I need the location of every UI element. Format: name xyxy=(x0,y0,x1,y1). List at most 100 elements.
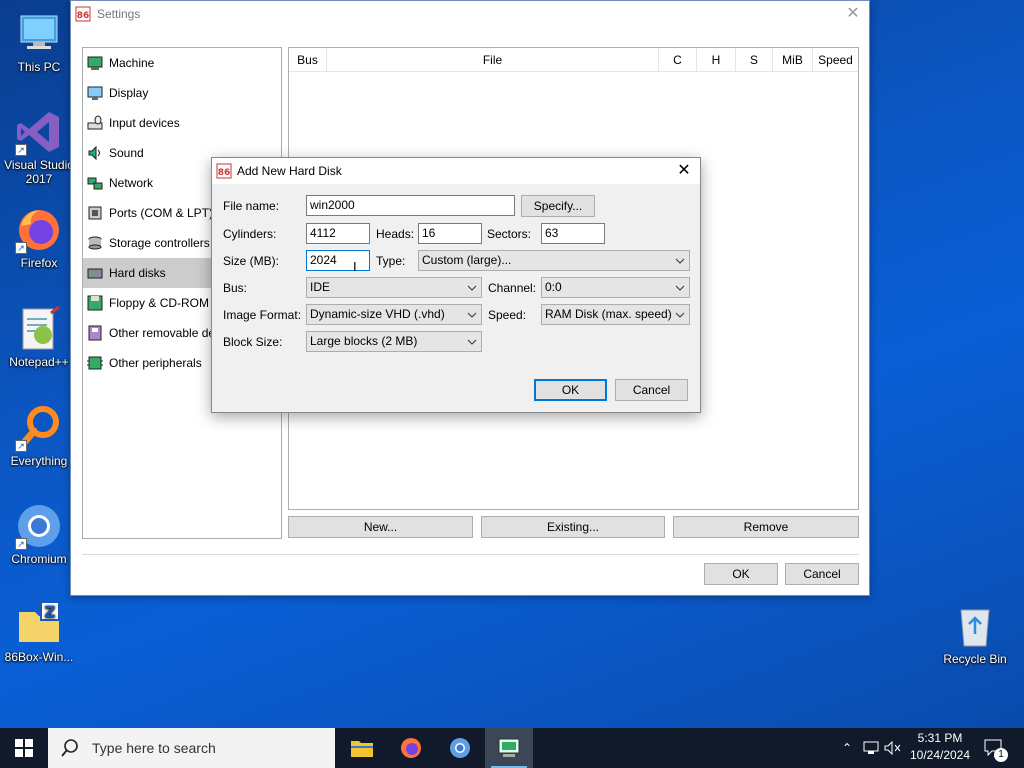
channel-select[interactable]: 0:0 xyxy=(541,277,690,298)
bus-label: Bus: xyxy=(223,281,248,295)
desktop-icon-86box-folder[interactable]: Z 86Box-Win... xyxy=(1,600,77,664)
86box-app-icon xyxy=(498,738,520,757)
bus-select[interactable]: IDE xyxy=(306,277,482,298)
column-header-cylinders[interactable]: C xyxy=(659,48,697,71)
search-icon xyxy=(61,739,78,757)
file-name-input[interactable]: win2000 xyxy=(306,195,515,216)
desktop-icon-notepad-plus-plus[interactable]: Notepad++ xyxy=(1,305,77,369)
dialog-cancel-button[interactable]: Cancel xyxy=(615,379,688,401)
desktop-icon-label: Notepad++ xyxy=(9,355,69,369)
firefox-icon: ↗ xyxy=(15,206,63,254)
clock-time: 5:31 PM xyxy=(917,731,963,745)
image-format-select[interactable]: Dynamic-size VHD (.vhd) xyxy=(306,304,482,325)
heads-input[interactable]: 16 xyxy=(418,223,482,244)
tray-overflow-button[interactable]: ⌃ xyxy=(838,728,856,768)
sectors-input[interactable]: 63 xyxy=(541,223,605,244)
remove-disk-button[interactable]: Remove xyxy=(673,516,859,538)
column-header-speed[interactable]: Speed xyxy=(813,48,858,71)
input-devices-icon xyxy=(87,115,103,130)
specify-button[interactable]: Specify... xyxy=(521,195,595,217)
clock-date: 10/24/2024 xyxy=(909,748,971,762)
recycle-bin-icon xyxy=(951,602,999,650)
taskbar-search-box[interactable]: Type here to search xyxy=(48,728,335,768)
column-header-heads[interactable]: H xyxy=(697,48,736,71)
close-icon: ✕ xyxy=(846,5,860,22)
desktop-icon-label: This PC xyxy=(17,60,61,74)
desktop-icon-everything[interactable]: ↗ Everything xyxy=(1,404,77,468)
category-input-devices[interactable]: Input devices xyxy=(83,108,281,138)
chevron-down-icon xyxy=(467,339,477,345)
86box-app-icon: 86 xyxy=(216,163,232,179)
taskbar-clock[interactable]: 5:31 PM 10/24/2024 xyxy=(900,730,980,764)
dialog-titlebar[interactable]: 86 Add New Hard Disk ✕ xyxy=(212,158,700,184)
image-format-label: Image Format: xyxy=(223,308,302,322)
dialog-title: Add New Hard Disk xyxy=(237,164,342,178)
column-header-sectors[interactable]: S xyxy=(736,48,773,71)
type-select-value: Custom (large)... xyxy=(422,253,512,267)
block-size-select-value: Large blocks (2 MB) xyxy=(310,334,418,348)
column-header-file[interactable]: File xyxy=(327,48,659,71)
taskbar-firefox[interactable] xyxy=(387,728,435,768)
category-label: Input devices xyxy=(109,116,180,130)
size-input[interactable]: 2024 xyxy=(306,250,370,271)
action-center-button[interactable]: 1 xyxy=(980,728,1008,768)
taskbar: Type here to search ⌃ 5:31 PM 10/24/2024… xyxy=(0,728,1024,768)
column-header-bus[interactable]: Bus xyxy=(289,48,327,71)
column-header-mib[interactable]: MiB xyxy=(773,48,813,71)
tray-network[interactable] xyxy=(860,728,882,768)
notification-count-badge: 1 xyxy=(994,748,1008,762)
category-label: Network xyxy=(109,176,154,190)
machine-icon xyxy=(87,56,103,70)
desktop-icon-recycle-bin[interactable]: Recycle Bin xyxy=(937,602,1013,666)
windows-logo-icon xyxy=(15,739,33,757)
taskbar-86box[interactable] xyxy=(485,728,533,768)
channel-label: Channel: xyxy=(488,281,537,295)
file-name-label: File name: xyxy=(223,199,280,213)
notepad-plus-plus-icon xyxy=(15,305,63,353)
display-icon xyxy=(87,86,103,100)
settings-cancel-button[interactable]: Cancel xyxy=(785,563,859,585)
type-select[interactable]: Custom (large)... xyxy=(418,250,690,271)
block-size-select[interactable]: Large blocks (2 MB) xyxy=(306,331,482,352)
cylinders-input[interactable]: 4112 xyxy=(306,223,370,244)
block-size-label: Block Size: xyxy=(223,335,283,349)
start-button[interactable] xyxy=(0,728,48,768)
speed-select[interactable]: RAM Disk (max. speed) xyxy=(541,304,690,325)
taskbar-file-explorer[interactable] xyxy=(338,728,386,768)
desktop-icon-chromium[interactable]: ↗ Chromium xyxy=(1,502,77,566)
settings-ok-button[interactable]: OK xyxy=(704,563,778,585)
category-label: Sound xyxy=(109,146,144,160)
computer-icon xyxy=(15,10,63,58)
desktop-icon-this-pc[interactable]: This PC xyxy=(1,10,77,74)
image-format-select-value: Dynamic-size VHD (.vhd) xyxy=(310,307,445,321)
taskbar-chromium[interactable] xyxy=(436,728,484,768)
firefox-icon xyxy=(401,738,421,758)
settings-close-button[interactable]: ✕ xyxy=(837,1,869,27)
svg-text:86: 86 xyxy=(218,168,231,178)
new-disk-button[interactable]: New... xyxy=(288,516,473,538)
floppy-icon xyxy=(87,295,103,311)
heads-label: Heads: xyxy=(376,227,415,241)
table-header: Bus File C H S MiB Speed xyxy=(289,48,858,72)
zip-folder-icon: Z xyxy=(15,600,63,648)
category-display[interactable]: Display xyxy=(83,78,281,108)
visual-studio-icon: ↗ xyxy=(15,108,63,156)
dialog-ok-button[interactable]: OK xyxy=(534,379,607,401)
shortcut-arrow-icon: ↗ xyxy=(15,538,27,550)
chevron-up-icon: ⌃ xyxy=(841,741,853,755)
desktop-icon-label: Everything xyxy=(10,454,68,468)
speed-select-value: RAM Disk (max. speed) xyxy=(545,307,672,321)
desktop-icon-visual-studio[interactable]: ↗ Visual Studio 2017 xyxy=(1,108,77,186)
dialog-close-button[interactable]: ✕ xyxy=(668,158,700,184)
desktop-icon-firefox[interactable]: ↗ Firefox xyxy=(1,206,77,270)
chevron-down-icon xyxy=(675,312,685,318)
hard-disk-icon xyxy=(87,268,103,279)
settings-title: Settings xyxy=(97,7,141,21)
desktop-icon-label: 86Box-Win... xyxy=(4,650,74,664)
shortcut-arrow-icon: ↗ xyxy=(15,440,27,452)
existing-disk-button[interactable]: Existing... xyxy=(481,516,665,538)
channel-select-value: 0:0 xyxy=(545,280,562,294)
chromium-icon: ↗ xyxy=(15,502,63,550)
settings-titlebar[interactable]: 86 Settings ✕ xyxy=(71,1,869,27)
category-machine[interactable]: Machine xyxy=(83,48,281,78)
